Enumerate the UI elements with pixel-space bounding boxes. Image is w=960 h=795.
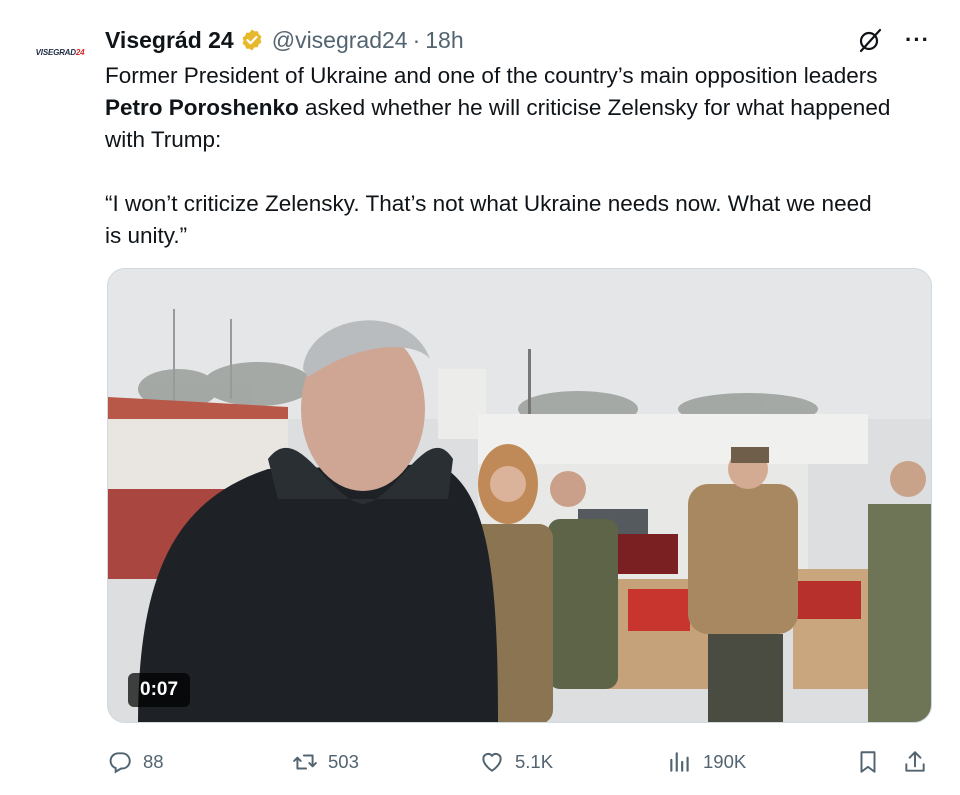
share-icon — [905, 751, 925, 772]
like-icon — [482, 752, 502, 772]
tweet-header: Visegrád 24 @visegrad24 · 18h ··· — [105, 25, 930, 55]
bookmark-icon — [860, 751, 876, 773]
repost-icon — [293, 754, 317, 770]
views-count: 190K — [703, 751, 747, 772]
tweet-line-1: Former President of Ukraine and one of t… — [105, 63, 878, 88]
tweet-line-2: Petro Poroshenko asked whether he will c… — [105, 92, 940, 124]
bold-name: Petro Poroshenko — [105, 95, 299, 120]
bookmark-button[interactable] — [855, 749, 881, 775]
tweet-line-2-rest: asked whether he will criticise Zelensky… — [298, 95, 891, 120]
share-button[interactable] — [902, 749, 928, 775]
more-icon[interactable]: ··· — [905, 29, 930, 51]
repost-count: 503 — [328, 751, 359, 772]
account-handle[interactable]: @visegrad24 — [272, 27, 408, 54]
quote-line-1: “I won’t criticize Zelensky. That’s not … — [105, 191, 872, 216]
like-count: 5.1K — [515, 751, 554, 772]
views-icon — [670, 752, 689, 772]
reply-count: 88 — [143, 751, 164, 772]
action-bar: 88 503 5.1K 190K — [107, 742, 932, 782]
account-name[interactable]: Visegrád 24 — [105, 27, 234, 54]
like-button[interactable]: 5.1K — [479, 749, 553, 775]
avatar-logo: VISEGRAD24 — [35, 47, 85, 57]
tweet-line-3: with Trump: — [105, 127, 222, 152]
grok-icon[interactable] — [857, 27, 883, 53]
tweet-text: Former President of Ukraine and one of t… — [105, 60, 940, 252]
timestamp[interactable]: 18h — [425, 27, 463, 54]
repost-button[interactable]: 503 — [292, 749, 359, 775]
views-button[interactable]: 190K — [667, 749, 746, 775]
video-duration: 0:07 — [128, 673, 191, 707]
video-frame — [108, 269, 931, 722]
reply-button[interactable]: 88 — [107, 749, 164, 775]
quote-line-2: is unity.” — [105, 223, 188, 248]
video-player[interactable]: 0:07 — [107, 268, 932, 723]
reply-icon — [109, 752, 131, 774]
separator-dot: · — [412, 26, 421, 53]
verified-icon — [242, 29, 262, 51]
avatar[interactable]: VISEGRAD24 — [28, 30, 92, 74]
